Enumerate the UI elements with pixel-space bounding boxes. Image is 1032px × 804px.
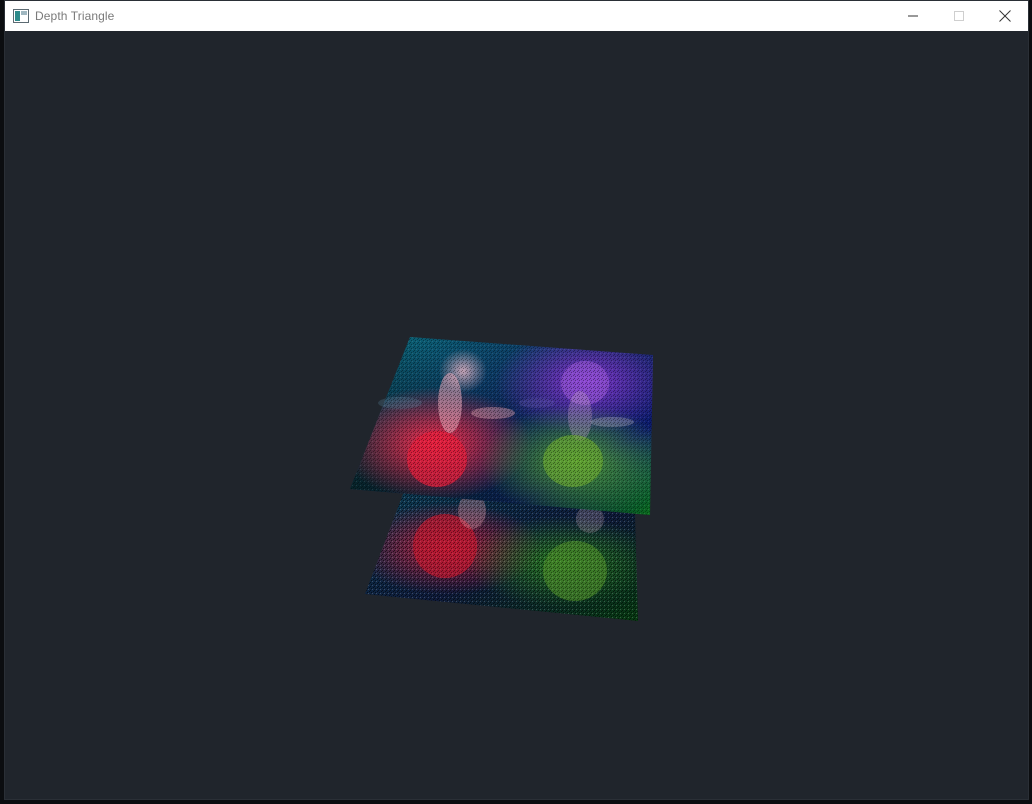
window-controls (890, 1, 1028, 31)
window-title: Depth Triangle (35, 9, 115, 23)
maximize-button[interactable] (936, 1, 982, 31)
render-surface[interactable] (5, 31, 1028, 799)
close-button[interactable] (982, 1, 1028, 31)
title-bar[interactable]: Depth Triangle (5, 1, 1028, 31)
close-icon (999, 10, 1011, 22)
app-window-icon (13, 9, 29, 23)
minimize-button[interactable] (890, 1, 936, 31)
front-quad (350, 337, 653, 515)
scene-viewport (350, 337, 653, 621)
app-window: Depth Triangle (4, 0, 1029, 800)
maximize-icon (954, 11, 964, 21)
minimize-icon (908, 15, 918, 17)
